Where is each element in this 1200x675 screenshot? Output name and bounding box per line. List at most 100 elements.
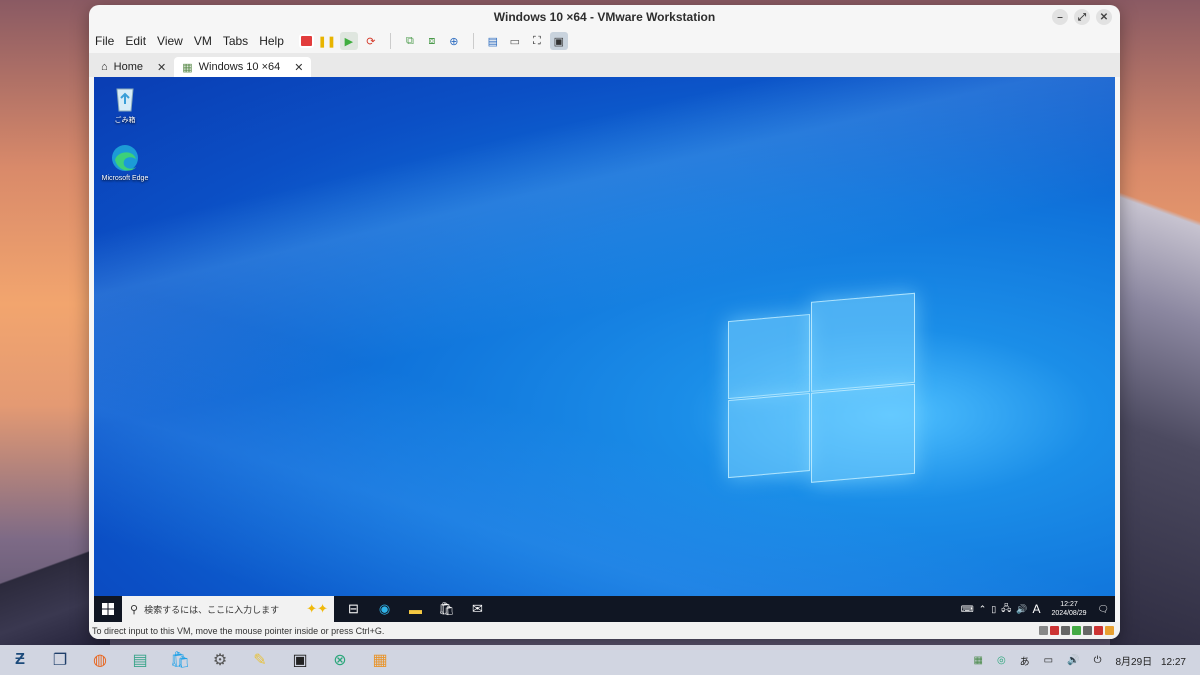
menu-edit[interactable]: Edit [125, 34, 146, 48]
taskbar-apps: ⊟ ◉ ▬ 🛍 ✉ [338, 596, 493, 622]
recycle-bin-icon [110, 83, 140, 113]
tabbar: ⌂ Home ✕ ▦ Windows 10 ×64 ✕ [89, 53, 1120, 77]
mail-icon[interactable]: ✉ [462, 596, 493, 622]
desktop-icon-edge[interactable]: Microsoft Edge [95, 143, 155, 182]
tab-close-icon[interactable]: ✕ [294, 61, 303, 74]
windows-system-tray: ⌨ ⌃ ▯ 🖧 🔊 A 12:27 2024/08/29 🗨 [961, 600, 1115, 618]
settings-icon[interactable]: ⚙ [200, 645, 240, 675]
vm-icon: ▦ [182, 61, 193, 74]
menu-help[interactable]: Help [259, 34, 284, 48]
menu-tabs[interactable]: Tabs [223, 34, 248, 48]
toolbar: ❚❚ ▶ ⟳ ⧉ ⧈ ⊕ ▤ ▭ ⛶ ▣ [298, 32, 568, 50]
desktop-icon-recycle-bin[interactable]: ごみ箱 [95, 83, 155, 125]
fullscreen-icon[interactable]: ⛶ [528, 32, 546, 50]
menubar: File Edit View VM Tabs Help ❚❚ ▶ ⟳ ⧉ ⧈ ⊕… [89, 29, 1120, 53]
power-tray-icon[interactable]: ⏻ [1094, 655, 1102, 666]
show-library-icon[interactable]: ▤ [484, 32, 502, 50]
notification-icon[interactable]: 🗨 [1098, 604, 1109, 615]
network-adapter-icon[interactable] [1061, 626, 1070, 635]
tab-label: Windows 10 ×64 [198, 61, 281, 73]
window-controls: – ⤢ ✕ [1052, 9, 1112, 25]
power-off-icon[interactable] [298, 34, 314, 48]
windows-start-icon [102, 603, 114, 615]
maximize-button[interactable]: ⤢ [1074, 9, 1090, 25]
status-message: To direct input to this VM, move the mou… [92, 625, 385, 636]
firefox-icon[interactable]: ◍ [80, 645, 120, 675]
terminal-icon[interactable]: ▣ [280, 645, 320, 675]
tab-close-icon[interactable]: ✕ [157, 61, 166, 74]
workspaces-icon[interactable]: ❐ [40, 645, 80, 675]
chat-tray-icon[interactable]: ◎ [997, 655, 1006, 666]
close-button[interactable]: ✕ [1096, 9, 1112, 25]
display-tray-icon[interactable]: ▭ [1044, 655, 1053, 666]
device-icon[interactable]: ▯ [991, 604, 996, 615]
logo-pane [811, 292, 915, 392]
cdrom-icon[interactable] [1050, 626, 1059, 635]
vmware-tray-icon[interactable]: ▦ [973, 655, 982, 666]
reset-icon[interactable]: ⟳ [362, 32, 380, 50]
suspend-icon[interactable]: ❚❚ [318, 32, 336, 50]
sound-icon[interactable] [1083, 626, 1092, 635]
window-titlebar[interactable]: Windows 10 ×64 - VMware Workstation – ⤢ … [89, 5, 1120, 29]
guest-screen[interactable]: ごみ箱 Microsoft Edge ⚲ 検索するには、ここに入力します ✦✦ … [94, 77, 1115, 622]
vmware-window: Windows 10 ×64 - VMware Workstation – ⤢ … [89, 5, 1120, 639]
display-icon[interactable] [1105, 626, 1114, 635]
host-clock[interactable]: 8月29日 12:27 [1116, 653, 1187, 668]
host-time: 12:27 [1160, 656, 1186, 668]
host-dock: Ƶ ❐ ◍ ▤ 🛍 ⚙ ✎ ▣ ⊗ ▦ ▦ ◎ あ ▭ 🔊 ⏻ 8月29日 12… [0, 645, 1200, 675]
windows-logo [728, 283, 915, 489]
printer-icon[interactable] [1094, 626, 1103, 635]
revert-snapshot-icon[interactable]: ⧈ [423, 32, 441, 50]
logo-pane [811, 383, 915, 483]
text-editor-icon[interactable]: ✎ [240, 645, 280, 675]
show-hidden-icons-icon[interactable]: ⌃ [979, 604, 987, 615]
tab-home[interactable]: ⌂ Home ✕ [93, 57, 174, 77]
hdd-icon[interactable] [1039, 626, 1048, 635]
toolbar-separator [389, 33, 391, 49]
keyboard-icon[interactable]: ⌨ [961, 604, 974, 615]
ime-indicator[interactable]: A [1033, 602, 1041, 616]
zorin-menu-icon[interactable]: Ƶ [0, 645, 40, 675]
host-tray: ▦ ◎ あ ▭ 🔊 ⏻ 8月29日 12:27 [973, 653, 1200, 668]
tab-windows10[interactable]: ▦ Windows 10 ×64 ✕ [174, 57, 312, 77]
task-view-icon[interactable]: ⊟ [338, 596, 369, 622]
menu-vm[interactable]: VM [194, 34, 212, 48]
device-status-icons [1039, 626, 1120, 635]
menu-view[interactable]: View [157, 34, 183, 48]
vmware-statusbar: To direct input to this VM, move the mou… [89, 622, 1120, 639]
window-title: Windows 10 ×64 - VMware Workstation [493, 10, 716, 24]
snapshot-icon[interactable]: ⧉ [401, 32, 419, 50]
search-placeholder: 検索するには、ここに入力します [144, 604, 280, 615]
start-button[interactable] [94, 596, 122, 622]
logo-pane [728, 313, 810, 400]
snapshot-manager-icon[interactable]: ⊕ [445, 32, 463, 50]
volume-icon[interactable]: 🔊 [1016, 604, 1027, 615]
volume-tray-icon[interactable]: 🔊 [1067, 655, 1079, 666]
usb-icon[interactable] [1072, 626, 1081, 635]
thumbnail-bar-icon[interactable]: ▭ [506, 32, 524, 50]
edge-icon [110, 143, 140, 173]
taskbar-search-box[interactable]: ⚲ 検索するには、ここに入力します ✦✦ [122, 596, 334, 622]
menu-file[interactable]: File [95, 34, 114, 48]
software-store-icon[interactable]: 🛍 [160, 645, 200, 675]
taskbar-clock[interactable]: 12:27 2024/08/29 [1052, 600, 1087, 618]
minimize-button[interactable]: – [1052, 9, 1068, 25]
windows-taskbar: ⚲ 検索するには、ここに入力します ✦✦ ⊟ ◉ ▬ 🛍 ✉ ⌨ ⌃ ▯ 🖧 🔊… [94, 596, 1115, 622]
host-ime-indicator[interactable]: あ [1020, 653, 1030, 668]
wallpaper-light-beam [94, 77, 1115, 622]
clock-time: 12:27 [1060, 601, 1078, 608]
store-icon[interactable]: 🛍 [431, 596, 462, 622]
vmware-dock-icon[interactable]: ▦ [360, 645, 400, 675]
desktop-icon-label: Microsoft Edge [101, 175, 149, 182]
edge-taskbar-icon[interactable]: ◉ [369, 596, 400, 622]
file-explorer-icon[interactable]: ▬ [400, 596, 431, 622]
files-icon[interactable]: ▤ [120, 645, 160, 675]
unity-icon[interactable]: ▣ [549, 32, 568, 50]
home-icon: ⌂ [101, 61, 108, 73]
wallpaper-mountain-right [1110, 170, 1200, 650]
network-icon[interactable]: 🖧 [1001, 601, 1011, 617]
power-on-icon[interactable]: ▶ [339, 32, 358, 50]
connect-icon[interactable]: ⊗ [320, 645, 360, 675]
logo-pane [728, 392, 810, 479]
toolbar-separator [472, 33, 474, 49]
